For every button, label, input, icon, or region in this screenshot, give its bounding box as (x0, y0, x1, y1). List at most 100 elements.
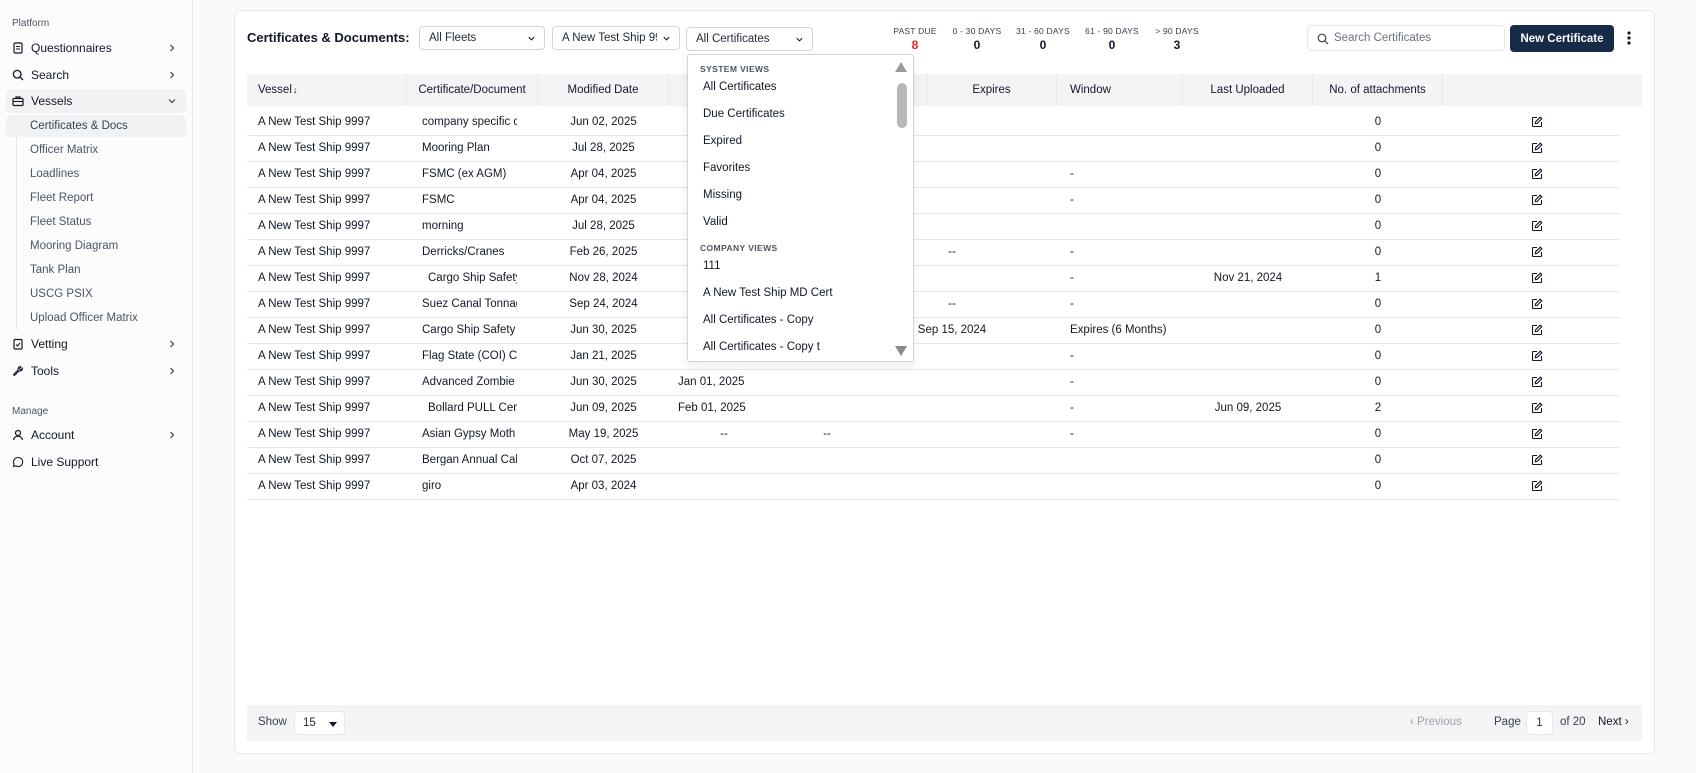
table-row[interactable]: A New Test Ship 9997 giro Apr 03, 2024 0 (247, 472, 1620, 500)
sidebar-item-vessels[interactable]: Vessels (6, 89, 186, 113)
table-row[interactable]: A New Test Ship 9997 Mooring Plan Jul 28, … (247, 134, 1620, 162)
ship-select[interactable]: A New Test Ship 9997 (552, 26, 680, 50)
cell-window: - (1070, 194, 1074, 206)
sidebar-item-tools[interactable]: Tools (6, 359, 186, 383)
table-row[interactable]: A New Test Ship 9997 FSMC Apr 04, 2025 - 0 (247, 186, 1620, 214)
cell-vessel: A New Test Ship 9997 (258, 220, 371, 232)
edit-icon[interactable] (1531, 220, 1543, 232)
stat-61-90-days[interactable]: 61 - 90 DAYS 0 (1083, 26, 1141, 52)
search-box[interactable] (1307, 25, 1505, 51)
table-row[interactable]: A New Test Ship 9997 Derricks/Cranes Feb 2… (247, 238, 1620, 266)
sidebar-subitem-fleet-report[interactable]: Fleet Report (6, 187, 186, 209)
dropdown-option-all-copy[interactable]: All Certificates - Copy (703, 310, 814, 330)
cell-issued (669, 446, 789, 474)
cell-expires (887, 394, 1017, 422)
sidebar-subitem-officer-matrix[interactable]: Officer Matrix (6, 139, 186, 161)
edit-icon[interactable] (1531, 142, 1543, 154)
sidebar-item-questionnaires[interactable]: Questionnaires (6, 36, 186, 60)
dropdown-option-missing[interactable]: Missing (703, 185, 742, 205)
sidebar-item-vetting[interactable]: Vetting (6, 332, 186, 356)
sidebar-item-live-support[interactable]: Live Support (6, 450, 186, 474)
table-row[interactable]: A New Test Ship 9997 Suez Canal Tonnage Se… (247, 290, 1620, 318)
cell-expires (887, 472, 1017, 500)
fleet-select[interactable]: All Fleets (419, 26, 545, 50)
scroll-down-arrow-icon[interactable] (894, 345, 908, 357)
table-row[interactable]: A New Test Ship 9997 morning Jul 28, 2025 0 (247, 212, 1620, 240)
cell-issued: Feb 01, 2025 (678, 402, 746, 414)
column-last-uploaded[interactable]: Last Uploaded (1183, 74, 1313, 106)
column-certificate[interactable]: Certificate/Document (407, 74, 538, 106)
cell-vessel: A New Test Ship 9997 (258, 116, 371, 128)
dropdown-option-111[interactable]: 111 (703, 256, 720, 276)
table-row[interactable]: A New Test Ship 9997 Flag State (COI) Cer… (247, 342, 1620, 370)
edit-icon[interactable] (1531, 402, 1543, 414)
sidebar-subitem-upload-officer-matrix[interactable]: Upload Officer Matrix (6, 307, 186, 329)
column-window[interactable]: Window (1057, 74, 1183, 106)
cell-certificate: Bollard PULL Certificate (407, 394, 517, 422)
more-options-icon[interactable] (1623, 28, 1635, 48)
dropdown-option-due-certificates[interactable]: Due Certificates (703, 104, 785, 124)
edit-icon[interactable] (1531, 454, 1543, 466)
column-expires[interactable]: Expires (927, 74, 1057, 106)
edit-icon[interactable] (1531, 428, 1543, 440)
edit-icon[interactable] (1531, 298, 1543, 310)
table-row[interactable]: A New Test Ship 9997 Cargo Ship Safety Ra… (247, 264, 1620, 292)
edit-icon[interactable] (1531, 168, 1543, 180)
cell-attachments: 1 (1374, 272, 1382, 284)
sidebar-item-account[interactable]: Account (6, 423, 186, 447)
dropdown-option-md-cert[interactable]: A New Test Ship MD Cert (703, 283, 833, 303)
sidebar-subitem-fleet-status[interactable]: Fleet Status (6, 211, 186, 233)
cell-window: Expires (6 Months) (1070, 324, 1167, 336)
stat-value: 0 (1108, 38, 1116, 52)
dropdown-scrollbar-thumb[interactable] (897, 83, 907, 128)
search-input[interactable] (1334, 32, 1494, 44)
sidebar-subitem-tank-plan[interactable]: Tank Plan (6, 259, 186, 281)
table-row[interactable]: A New Test Ship 9997 Bollard PULL Certifi… (247, 394, 1620, 422)
edit-icon[interactable] (1531, 480, 1543, 492)
edit-icon[interactable] (1531, 324, 1543, 336)
sidebar-subitem-uscg-psix[interactable]: USCG PSIX (6, 283, 186, 305)
dropdown-option-all-certificates[interactable]: All Certificates (703, 77, 777, 97)
page-number-input[interactable]: 1 (1526, 711, 1553, 735)
column-attachments[interactable]: No. of attachments (1313, 74, 1443, 106)
page-size-select[interactable]: 15 (294, 711, 345, 735)
cell-column-5 (777, 368, 877, 396)
new-certificate-button[interactable]: New Certificate (1510, 25, 1614, 52)
cell-window: - (1070, 298, 1074, 310)
table-row[interactable]: A New Test Ship 9997 company specific cer… (247, 108, 1620, 136)
table-row[interactable]: A New Test Ship 9997 Asian Gypsy Moth Cer… (247, 420, 1620, 448)
next-page-button[interactable]: Next › (1598, 716, 1629, 728)
cell-window: - (1070, 402, 1074, 414)
cell-attachments: 2 (1374, 402, 1382, 414)
sidebar-item-search[interactable]: Search (6, 63, 186, 87)
table-row[interactable]: A New Test Ship 9997 Cargo Ship Safety Eq… (247, 316, 1620, 344)
column-modified-date[interactable]: Modified Date (538, 74, 669, 106)
cell-vessel: A New Test Ship 9997 (258, 194, 371, 206)
stat-over-90-days[interactable]: > 90 DAYS 3 (1152, 26, 1202, 52)
stat-31-60-days[interactable]: 31 - 60 DAYS 0 (1014, 26, 1072, 52)
table-row[interactable]: A New Test Ship 9997 Bergan Annual Calibr… (247, 446, 1620, 474)
edit-icon[interactable] (1531, 116, 1543, 128)
column-vessel[interactable]: Vessel ↓ (247, 74, 407, 106)
edit-icon[interactable] (1531, 376, 1543, 388)
previous-page-button[interactable]: ‹ Previous (1410, 716, 1462, 728)
table-row[interactable]: A New Test Ship 9997 Advanced Zombie Viru… (247, 368, 1620, 396)
scroll-up-arrow-icon[interactable] (894, 61, 908, 73)
stat-past-due[interactable]: PAST DUE 8 (892, 26, 938, 52)
stat-label: 61 - 90 DAYS (1085, 26, 1139, 36)
certificate-view-select[interactable]: All Certificates (686, 27, 813, 51)
dropdown-option-favorites[interactable]: Favorites (703, 158, 750, 178)
table-row[interactable]: A New Test Ship 9997 FSMC (ex AGM) Apr 04,… (247, 160, 1620, 188)
stat-0-30-days[interactable]: 0 - 30 DAYS 0 (950, 26, 1004, 52)
dropdown-option-valid[interactable]: Valid (703, 212, 728, 232)
certificate-view-dropdown: SYSTEM VIEWS All Certificates Due Certif… (687, 54, 914, 362)
sidebar-subitem-loadlines[interactable]: Loadlines (6, 163, 186, 185)
dropdown-option-expired[interactable]: Expired (703, 131, 742, 151)
edit-icon[interactable] (1531, 272, 1543, 284)
sidebar-subitem-certificates-docs[interactable]: Certificates & Docs (6, 115, 186, 137)
edit-icon[interactable] (1531, 350, 1543, 362)
dropdown-option-all-copy-t[interactable]: All Certificates - Copy t (703, 337, 820, 357)
sidebar-subitem-mooring-diagram[interactable]: Mooring Diagram (6, 235, 186, 257)
edit-icon[interactable] (1531, 246, 1543, 258)
edit-icon[interactable] (1531, 194, 1543, 206)
